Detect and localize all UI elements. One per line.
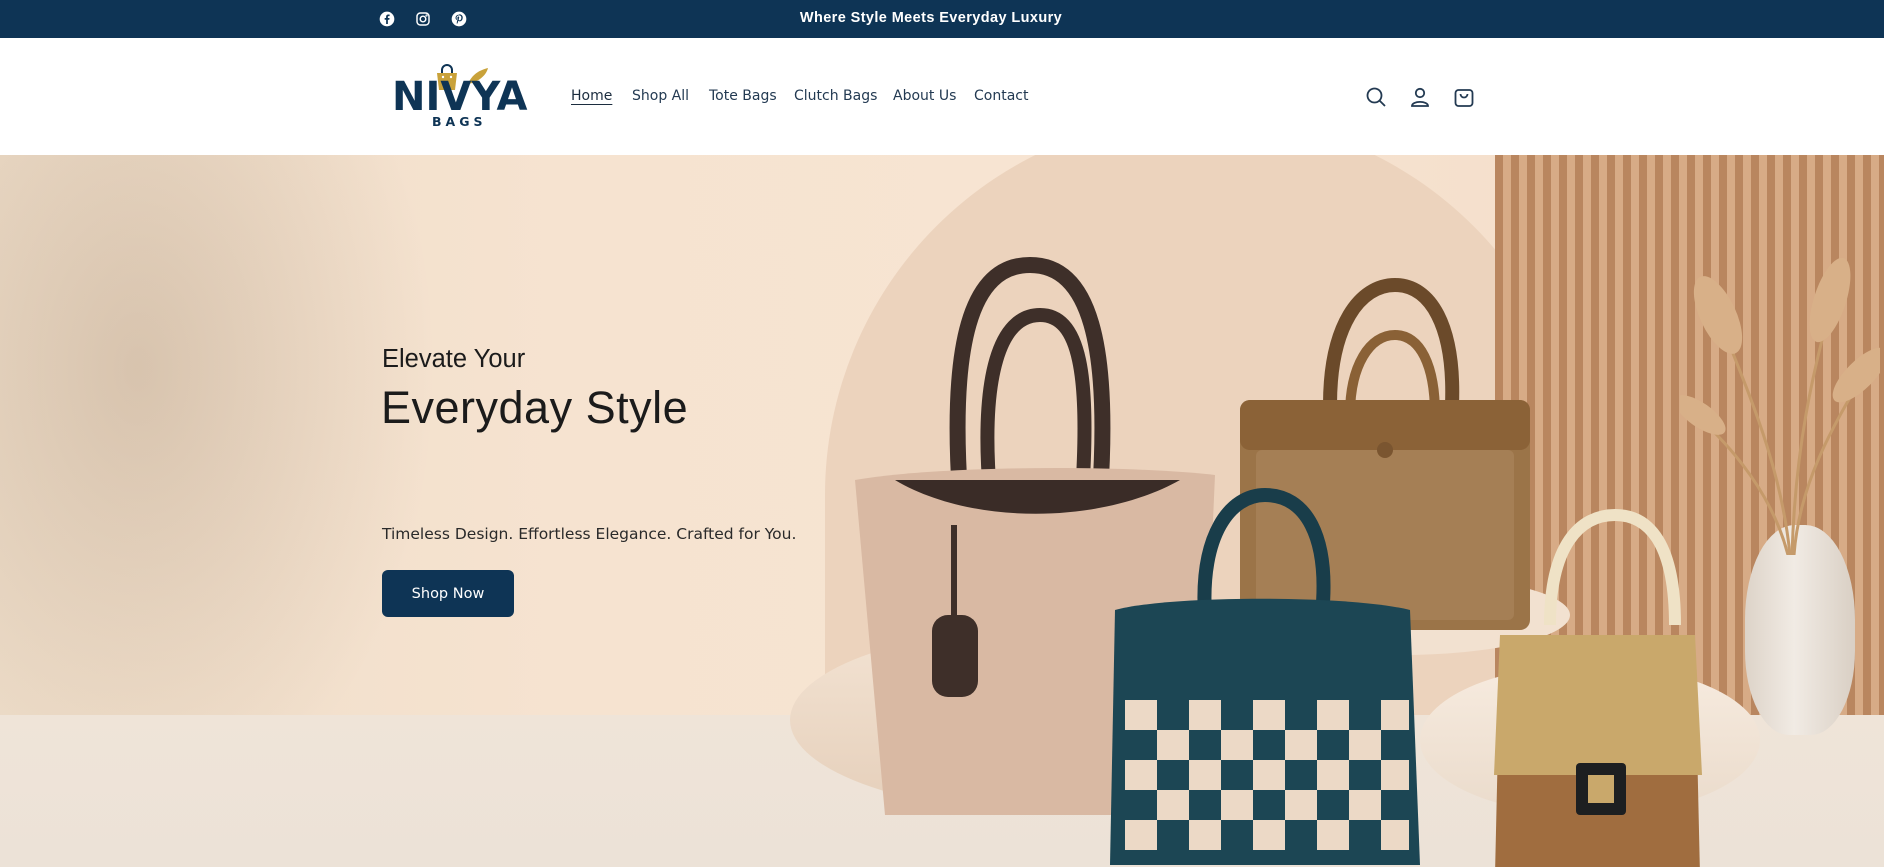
flap-handbag-image <box>1494 508 1702 867</box>
checkered-handbag-image <box>1110 487 1420 865</box>
announcement-bar: Where Style Meets Everyday Luxury <box>0 0 1884 38</box>
nav-home[interactable]: Home <box>571 88 612 104</box>
logo-subtitle: BAGS <box>432 114 487 129</box>
announcement-text: Where Style Meets Everyday Luxury <box>799 10 1063 26</box>
search-icon[interactable] <box>1363 84 1389 110</box>
vase-decoration <box>1745 525 1855 735</box>
cart-icon[interactable] <box>1451 84 1477 110</box>
nav-shop-all[interactable]: Shop All <box>632 88 689 104</box>
account-icon[interactable] <box>1407 84 1433 110</box>
shop-now-button[interactable]: Shop Now <box>382 570 514 617</box>
site-header: NIVYA BAGS Home Shop All Tote Bags Clutc… <box>0 38 1884 155</box>
nav-about-us[interactable]: About Us <box>893 88 956 104</box>
nav-contact[interactable]: Contact <box>974 88 1028 104</box>
hero-banner: Elevate Your Everyday Style Timeless Des… <box>0 155 1884 867</box>
hero-tagline: Timeless Design. Effortless Elegance. Cr… <box>382 525 797 543</box>
hero-title: Everyday Style <box>381 382 689 433</box>
nav-tote-bags[interactable]: Tote Bags <box>709 88 777 104</box>
hero-subtitle: Elevate Your <box>382 345 526 373</box>
brand-logo[interactable]: NIVYA BAGS <box>390 62 527 136</box>
nav-clutch-bags[interactable]: Clutch Bags <box>794 88 877 104</box>
